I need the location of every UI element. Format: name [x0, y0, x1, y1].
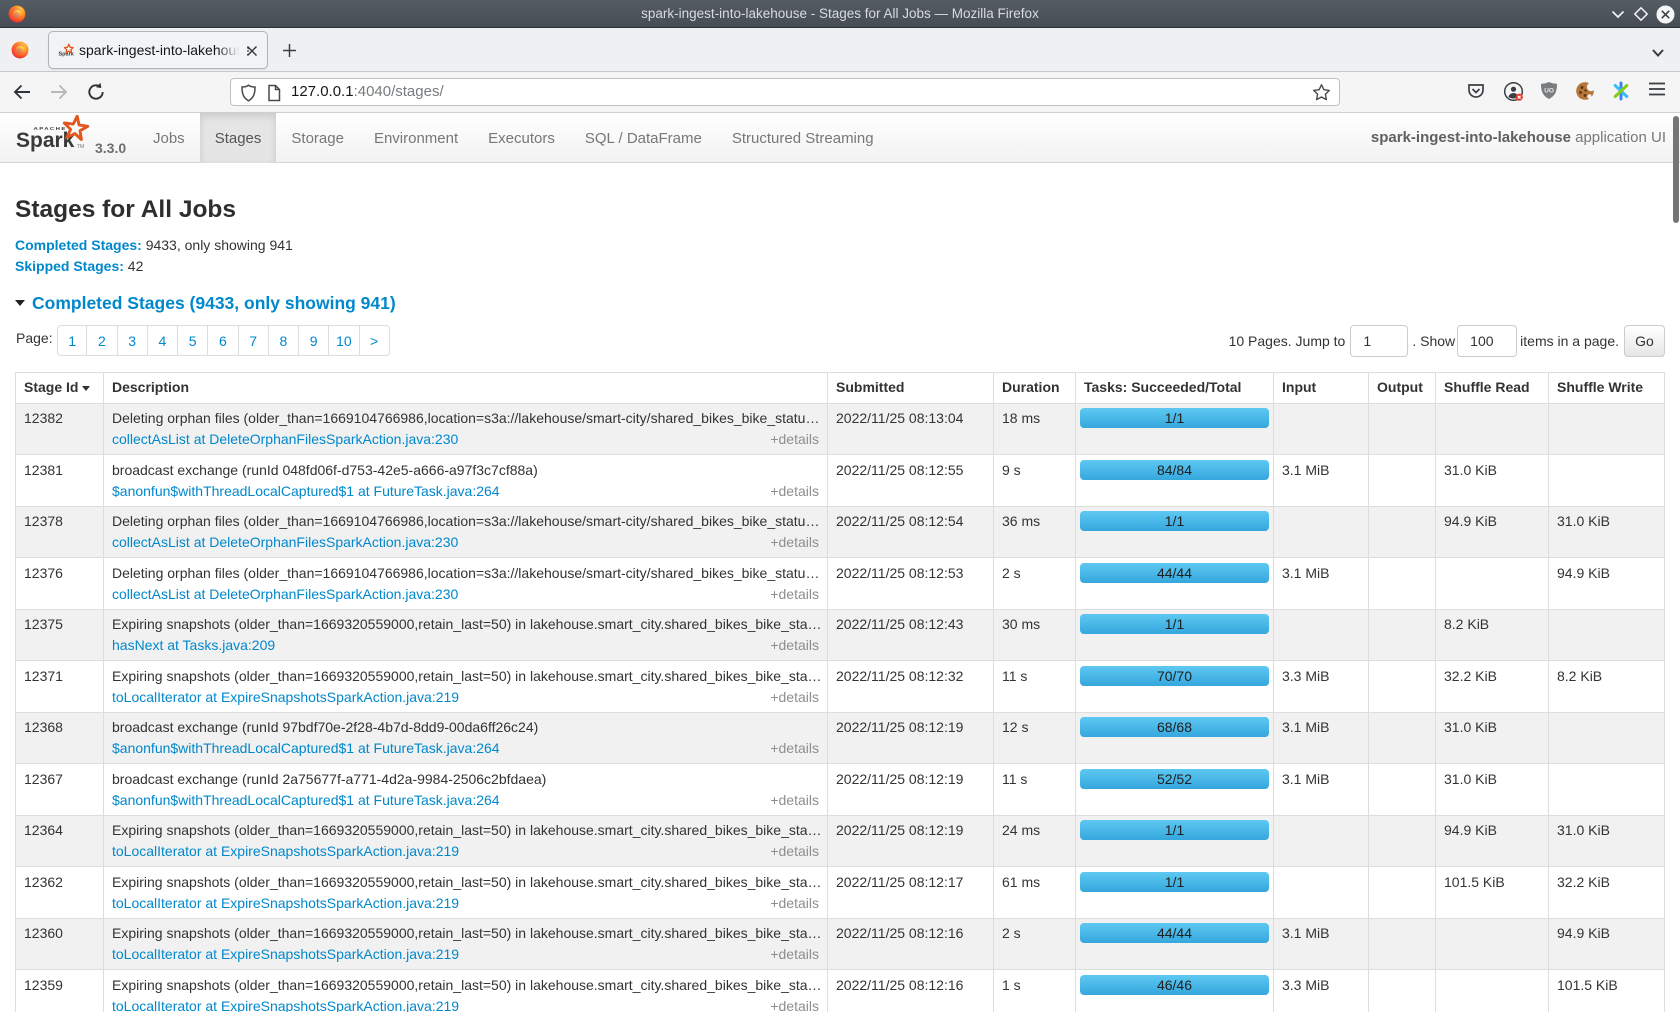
svg-text:UO: UO [1544, 88, 1554, 95]
